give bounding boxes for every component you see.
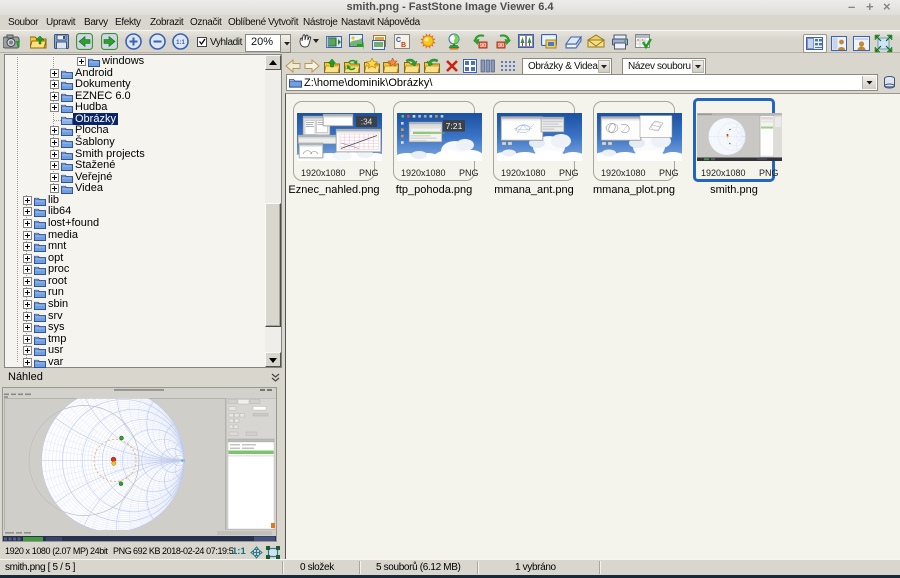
svg-text:1:1: 1:1 (176, 40, 185, 46)
svg-text:90: 90 (480, 43, 486, 49)
svg-text:90: 90 (498, 43, 504, 49)
svg-text:B: B (401, 42, 406, 49)
svg-text:7:21: 7:21 (446, 121, 463, 131)
svg-text::34: :34 (361, 118, 373, 127)
